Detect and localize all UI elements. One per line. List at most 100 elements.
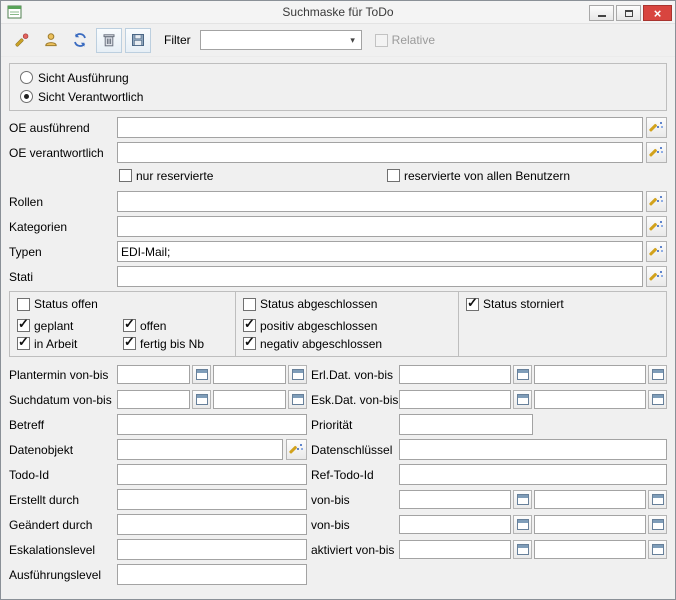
delete-button[interactable] bbox=[96, 28, 122, 53]
calendar-icon bbox=[517, 369, 529, 380]
reservierte-alle-checkbox[interactable]: reservierte von allen Benutzern bbox=[387, 169, 570, 183]
ref-todo-id-input[interactable] bbox=[399, 464, 667, 485]
plantermin-bis-calendar-button[interactable] bbox=[288, 365, 307, 384]
rollen-label: Rollen bbox=[9, 195, 117, 209]
esk-dat-datepair bbox=[399, 390, 667, 409]
oe-verantwortlich-input[interactable] bbox=[117, 142, 643, 163]
oe-verantwortlich-lookup-button[interactable] bbox=[646, 142, 667, 163]
geplant-checkbox[interactable]: geplant bbox=[17, 319, 123, 333]
radio-circle bbox=[20, 71, 33, 84]
esk-dat-bis-calendar-button[interactable] bbox=[648, 390, 667, 409]
aktiviert-bis-calendar-button[interactable] bbox=[648, 540, 667, 559]
stati-lookup-button[interactable] bbox=[646, 266, 667, 287]
checkbox-box bbox=[123, 337, 136, 350]
filter-combobox[interactable]: ▾ bbox=[200, 30, 362, 50]
prioritaet-label: Priorität bbox=[307, 418, 399, 432]
erl-dat-bis-calendar-button[interactable] bbox=[648, 365, 667, 384]
checkbox-box bbox=[243, 319, 256, 332]
plantermin-bis-input[interactable] bbox=[213, 365, 286, 384]
suchdatum-bis-calendar-button[interactable] bbox=[288, 390, 307, 409]
aktiviert-von-calendar-button[interactable] bbox=[513, 540, 532, 559]
trash-icon bbox=[101, 32, 117, 48]
esk-dat-von-calendar-button[interactable] bbox=[513, 390, 532, 409]
rollen-lookup-button[interactable] bbox=[646, 191, 667, 212]
window-title: Suchmaske für ToDo bbox=[1, 5, 675, 19]
suchdatum-bis-input[interactable] bbox=[213, 390, 286, 409]
todo-id-input[interactable] bbox=[117, 464, 307, 485]
offen-checkbox[interactable]: offen bbox=[123, 319, 228, 333]
geaendert-durch-input[interactable] bbox=[117, 514, 307, 535]
esk-dat-bis-input[interactable] bbox=[534, 390, 646, 409]
user-button[interactable] bbox=[38, 28, 64, 53]
status-storniert-checkbox[interactable]: Status storniert bbox=[466, 297, 564, 311]
suchdatum-von-calendar-button[interactable] bbox=[192, 390, 211, 409]
datenobjekt-lookup-button[interactable] bbox=[286, 439, 307, 460]
negativ-abgeschlossen-checkbox[interactable]: negativ abgeschlossen bbox=[243, 337, 451, 351]
erstellt-bis-calendar-button[interactable] bbox=[648, 490, 667, 509]
prioritaet-input[interactable] bbox=[399, 414, 533, 435]
status-offen-checkbox[interactable]: Status offen bbox=[17, 297, 98, 311]
plantermin-von-input[interactable] bbox=[117, 365, 190, 384]
kategorien-lookup-button[interactable] bbox=[646, 216, 667, 237]
erl-dat-bis-input[interactable] bbox=[534, 365, 646, 384]
aktiviert-bis-input[interactable] bbox=[534, 540, 646, 559]
typen-input[interactable] bbox=[117, 241, 643, 262]
checkbox-label: offen bbox=[140, 319, 166, 333]
close-button[interactable]: × bbox=[643, 5, 672, 21]
geaendert-von-calendar-button[interactable] bbox=[513, 515, 532, 534]
aktiviert-vonbis-fields bbox=[399, 540, 667, 559]
toolbar: Filter ▾ Relative bbox=[1, 24, 675, 57]
kategorien-input[interactable] bbox=[117, 216, 643, 237]
nur-reservierte-checkbox[interactable]: nur reservierte bbox=[119, 169, 387, 183]
erstellt-durch-input[interactable] bbox=[117, 489, 307, 510]
radio-label: Sicht Verantwortlich bbox=[38, 90, 143, 104]
geaendert-bis-input[interactable] bbox=[534, 515, 646, 534]
save-button[interactable] bbox=[125, 28, 151, 53]
datenobjekt-input[interactable] bbox=[117, 439, 283, 460]
checkbox-box bbox=[243, 298, 256, 311]
edit-wand-icon bbox=[14, 32, 30, 48]
checkbox-label: in Arbeit bbox=[34, 337, 77, 351]
aktiviert-von-input[interactable] bbox=[399, 540, 511, 559]
positiv-abgeschlossen-checkbox[interactable]: positiv abgeschlossen bbox=[243, 319, 451, 333]
ausfuehrungslevel-label: Ausführungslevel bbox=[9, 568, 117, 582]
status-abgeschlossen-checkbox[interactable]: Status abgeschlossen bbox=[243, 297, 377, 311]
betreff-input[interactable] bbox=[117, 414, 307, 435]
oe-ausfuehrend-lookup-button[interactable] bbox=[646, 117, 667, 138]
geaendert-von-input[interactable] bbox=[399, 515, 511, 534]
esk-dat-von-input[interactable] bbox=[399, 390, 511, 409]
relative-checkbox: Relative bbox=[375, 33, 435, 47]
refresh-button[interactable] bbox=[67, 28, 93, 53]
ausfuehrungslevel-input[interactable] bbox=[117, 564, 307, 585]
erstellt-von-input[interactable] bbox=[399, 490, 511, 509]
oe-ausfuehrend-input[interactable] bbox=[117, 117, 643, 138]
row-oe-verantwortlich: OE verantwortlich bbox=[9, 142, 667, 163]
radio-sicht-verantwortlich[interactable]: Sicht Verantwortlich bbox=[20, 87, 656, 106]
maximize-button[interactable] bbox=[616, 5, 641, 21]
betreff-fields bbox=[117, 414, 307, 435]
geaendert-durch-label: Geändert durch bbox=[9, 518, 117, 532]
radio-sicht-ausfuehrung[interactable]: Sicht Ausführung bbox=[20, 68, 656, 87]
erl-dat-von-calendar-button[interactable] bbox=[513, 365, 532, 384]
geaendert-bis-calendar-button[interactable] bbox=[648, 515, 667, 534]
in-arbeit-checkbox[interactable]: in Arbeit bbox=[17, 337, 123, 351]
typen-lookup-button[interactable] bbox=[646, 241, 667, 262]
suchdatum-von-input[interactable] bbox=[117, 390, 190, 409]
stati-input[interactable] bbox=[117, 266, 643, 287]
rollen-input[interactable] bbox=[117, 191, 643, 212]
suchdatum-fields bbox=[117, 390, 307, 409]
fertig-bis-nb-checkbox[interactable]: fertig bis Nb bbox=[123, 337, 228, 351]
minimize-button[interactable] bbox=[589, 5, 614, 21]
erl-dat-von-input[interactable] bbox=[399, 365, 511, 384]
plantermin-von-calendar-button[interactable] bbox=[192, 365, 211, 384]
datenschluessel-input[interactable] bbox=[399, 439, 667, 460]
datenschluessel-fields bbox=[399, 439, 667, 460]
erstellt-von-calendar-button[interactable] bbox=[513, 490, 532, 509]
oe-verantwortlich-label: OE verantwortlich bbox=[9, 146, 117, 160]
eskalationslevel-input[interactable] bbox=[117, 539, 307, 560]
user-icon bbox=[43, 32, 59, 48]
edit-wand-button[interactable] bbox=[9, 28, 35, 53]
checkbox-label: positiv abgeschlossen bbox=[260, 319, 377, 333]
erstellt-bis-input[interactable] bbox=[534, 490, 646, 509]
save-disk-icon bbox=[130, 32, 146, 48]
